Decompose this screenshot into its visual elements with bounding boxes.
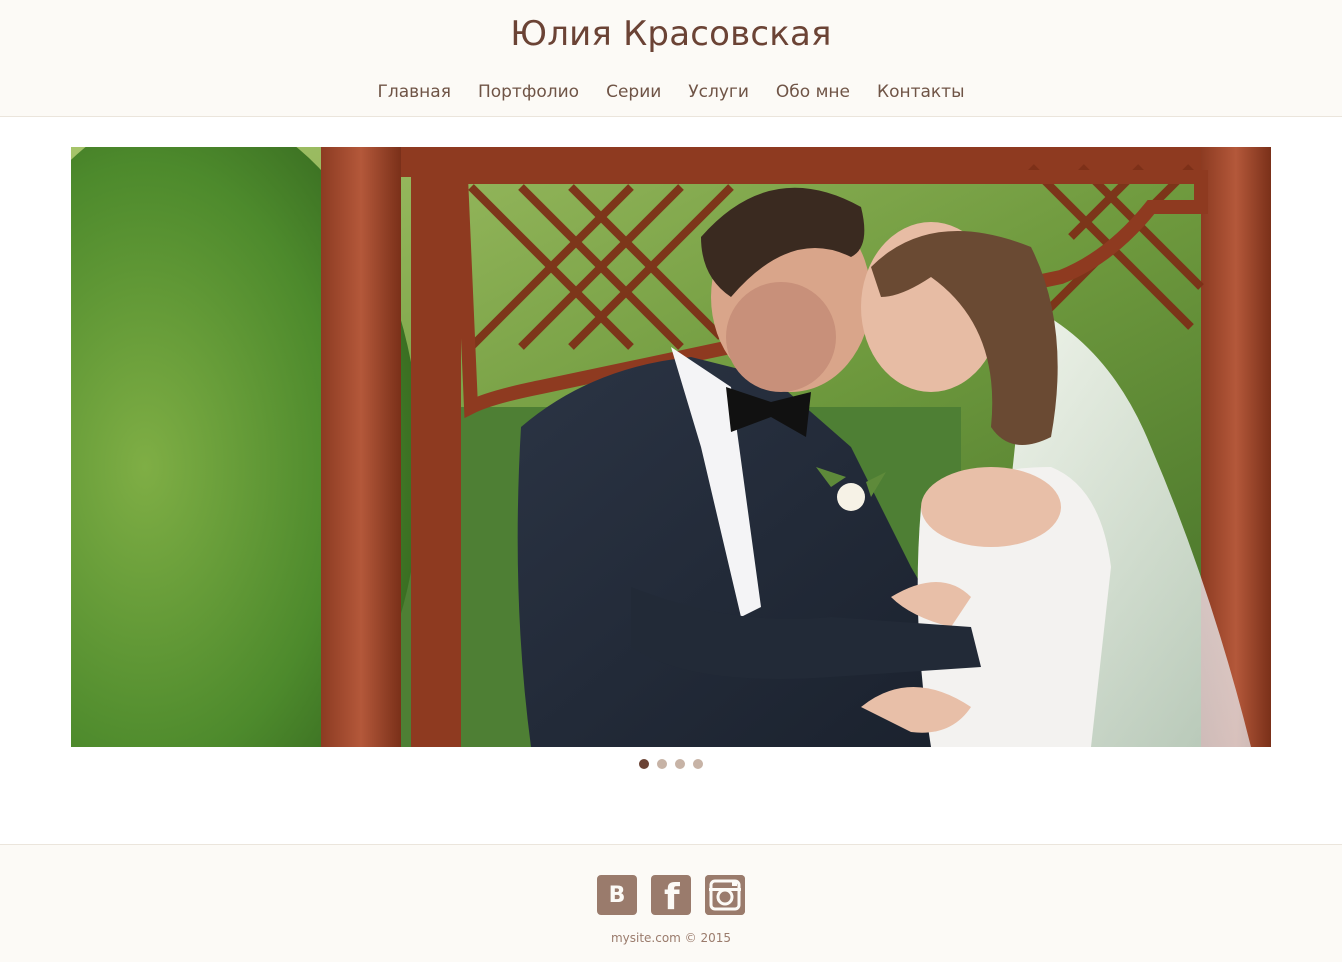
site-header: Юлия Красовская Главная Портфолио Серии …	[0, 0, 1342, 117]
slider-dot-3[interactable]	[675, 759, 685, 769]
slider-dot-1[interactable]	[639, 759, 649, 769]
hero-slider-image[interactable]	[71, 147, 1271, 747]
vk-letter: В	[608, 882, 626, 908]
nav-item-portfolio[interactable]: Портфолио	[478, 82, 579, 102]
facebook-letter: f	[664, 877, 680, 918]
slider-pagination	[0, 759, 1342, 769]
copyright-text: mysite.com © 2015	[610, 931, 732, 945]
nav-item-home[interactable]: Главная	[378, 82, 451, 102]
instagram-icon[interactable]	[705, 875, 745, 915]
social-links: В f	[0, 875, 1342, 918]
nav-item-about[interactable]: Обо мне	[776, 82, 850, 102]
nav-item-services[interactable]: Услуги	[688, 82, 749, 102]
vk-icon[interactable]: В	[597, 875, 637, 915]
slider-dot-2[interactable]	[657, 759, 667, 769]
nav-item-series[interactable]: Серии	[606, 82, 661, 102]
slider-dot-4[interactable]	[693, 759, 703, 769]
instagram-glyph	[705, 875, 745, 915]
site-footer: В f mysite.com © 2015	[0, 844, 1342, 962]
main-nav: Главная Портфолио Серии Услуги Обо мне К…	[0, 82, 1342, 102]
site-title[interactable]: Юлия Красовская	[0, 14, 1342, 54]
wedding-photo	[71, 147, 1271, 747]
facebook-icon[interactable]: f	[651, 875, 691, 918]
nav-item-contacts[interactable]: Контакты	[877, 82, 965, 102]
